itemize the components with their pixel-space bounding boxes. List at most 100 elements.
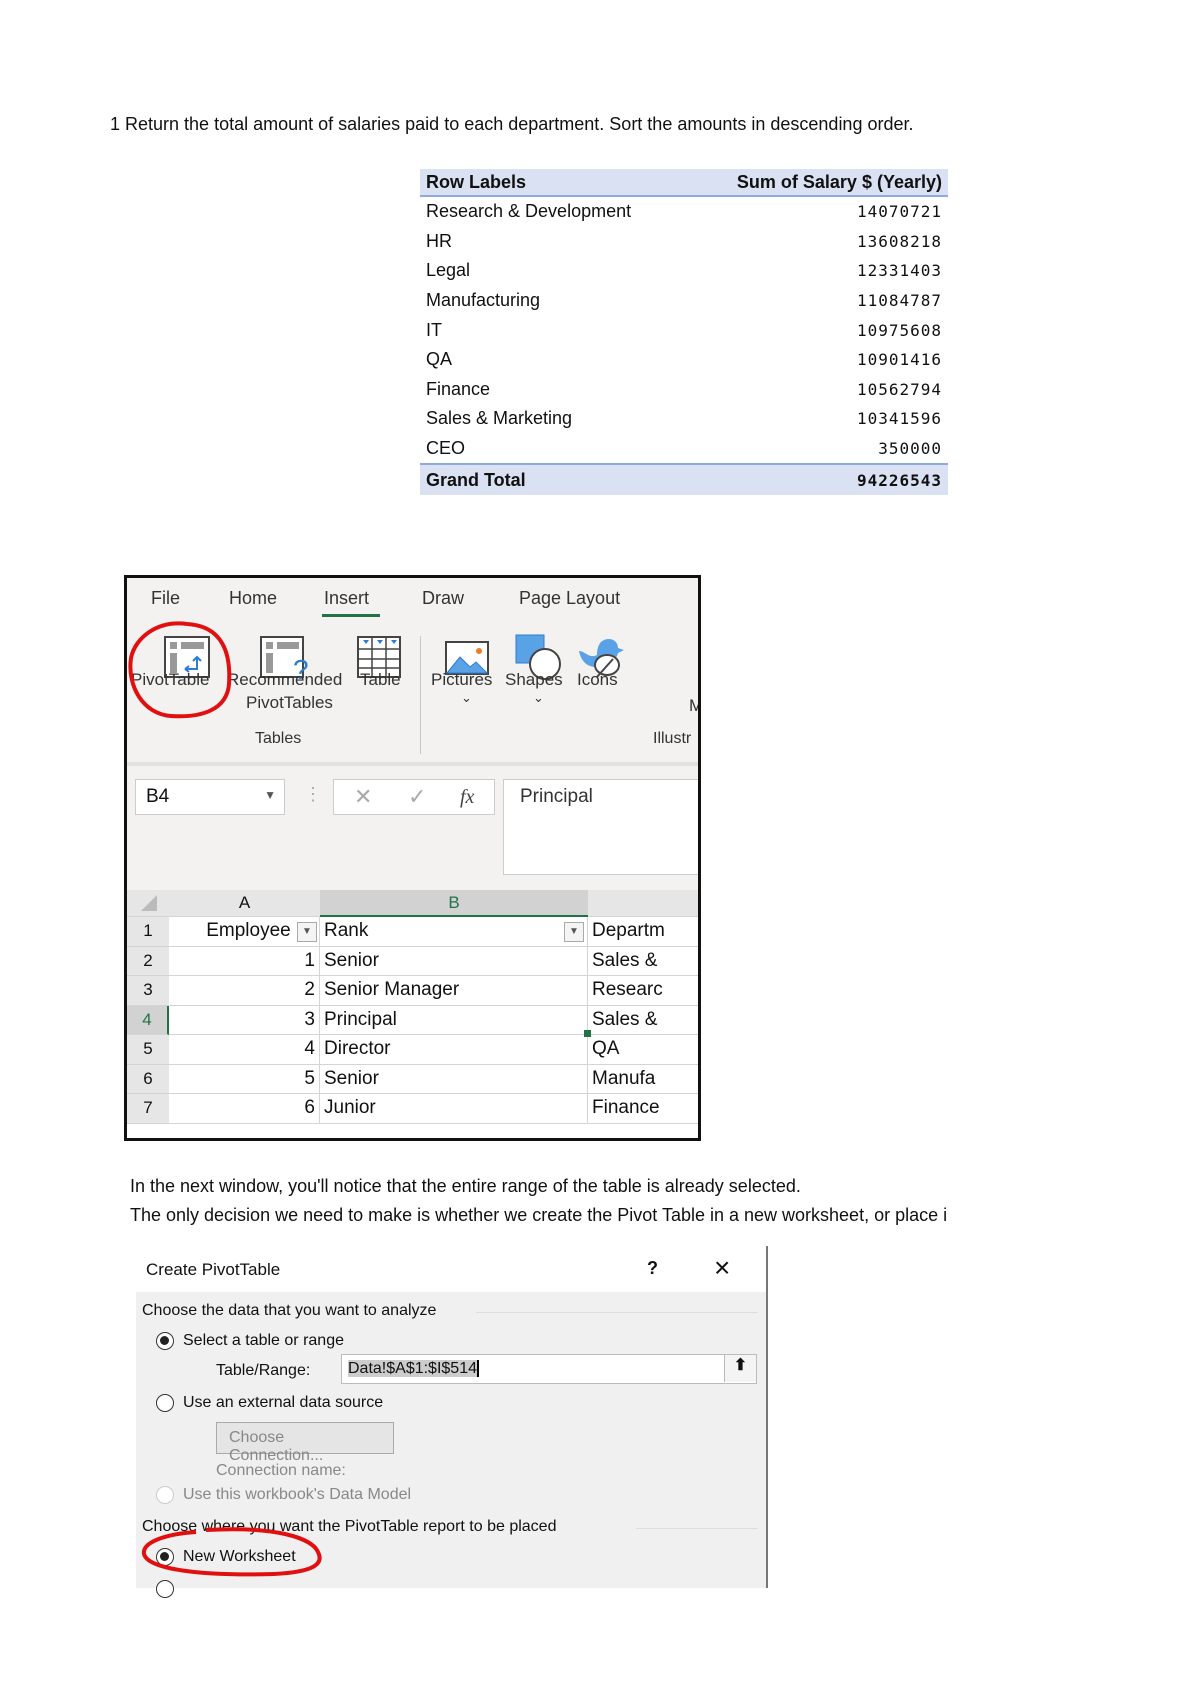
row-header[interactable]: 7	[127, 1094, 169, 1124]
divider	[476, 1312, 758, 1313]
department-label: Legal	[426, 260, 471, 281]
cell-c[interactable]: Researc	[588, 976, 698, 1006]
dialog-edge	[766, 1246, 768, 1588]
chevron-down-icon[interactable]: ⌄	[461, 690, 472, 706]
salary-value: 10901416	[856, 350, 942, 370]
column-header-b[interactable]: B	[320, 890, 588, 917]
table-label[interactable]: Table	[360, 670, 401, 690]
row-header[interactable]: 1	[127, 917, 169, 947]
cancel-icon[interactable]: ✕	[354, 784, 372, 810]
cell-a[interactable]: 4	[169, 1035, 320, 1065]
pictures-label[interactable]: Pictures	[431, 670, 492, 690]
pivot-row: Sales & Marketing 10341596	[420, 404, 948, 434]
sum-header: Sum of Salary $ (Yearly)	[736, 171, 942, 192]
tab-draw[interactable]: Draw	[422, 588, 464, 609]
pivot-row: Finance 10562794	[420, 375, 948, 405]
cell-a[interactable]: 6	[169, 1094, 320, 1124]
paragraph-1: In the next window, you'll notice that t…	[130, 1176, 801, 1196]
department-label: CEO	[426, 438, 466, 459]
range-value: Data!$A$1:$I$514	[348, 1360, 479, 1377]
salary-value: 13608218	[856, 231, 942, 251]
row-header[interactable]: 5	[127, 1035, 169, 1065]
department-label: IT	[426, 319, 442, 340]
grand-total-value: 94226543	[856, 470, 942, 490]
data-model-radio[interactable]	[156, 1486, 174, 1504]
select-all-corner[interactable]	[127, 890, 169, 917]
cell-b[interactable]: Principal	[320, 1005, 588, 1035]
filter-dropdown-icon[interactable]: ▼	[297, 922, 317, 942]
group-tables-label: Tables	[255, 730, 302, 747]
cell-b[interactable]: Junior	[320, 1094, 588, 1124]
row-header[interactable]: 2	[127, 946, 169, 976]
pivot-row: Research & Development 14070721	[420, 197, 948, 227]
range-label: Table/Range:	[216, 1362, 311, 1379]
tab-file[interactable]: File	[151, 588, 180, 609]
row-header[interactable]: 4	[127, 1005, 169, 1035]
icons-label[interactable]: Icons	[577, 670, 618, 690]
cell-c[interactable]: Sales &	[588, 947, 698, 976]
pivot-row: CEO 350000	[420, 434, 948, 464]
grand-total-row: Grand Total 94226543	[420, 463, 948, 496]
cell-b[interactable]: Director	[320, 1035, 588, 1065]
department-label: Research & Development	[426, 201, 632, 222]
row-header[interactable]: 6	[127, 1064, 169, 1094]
range-input[interactable]: Data!$A$1:$I$514 ⬆	[341, 1354, 757, 1384]
grand-total-label: Grand Total	[426, 469, 526, 490]
row-header[interactable]: 3	[127, 976, 169, 1006]
connection-name-label: Connection name:	[216, 1462, 346, 1479]
department-label: Finance	[426, 378, 491, 399]
dialog-title: Create PivotTable	[146, 1260, 281, 1279]
cell-c[interactable]: Departm	[588, 917, 698, 947]
department-label: HR	[426, 230, 452, 251]
cell-b[interactable]: Senior	[320, 1064, 588, 1094]
fill-handle[interactable]	[584, 1030, 591, 1037]
cell-a[interactable]: 3	[169, 1005, 320, 1035]
tab-insert[interactable]: Insert	[324, 588, 369, 609]
column-header-c[interactable]	[588, 890, 698, 917]
cell-a[interactable]: 2	[169, 976, 320, 1006]
cell-b[interactable]: Senior	[320, 946, 588, 976]
pivot-row: QA 10901416	[420, 345, 948, 375]
department-label: QA	[426, 349, 453, 370]
cell-b[interactable]: Rank	[320, 917, 588, 947]
choose-connection-button[interactable]: Choose Connection...	[216, 1422, 394, 1464]
cell-b[interactable]: Senior Manager	[320, 976, 588, 1006]
select-table-radio[interactable]	[156, 1332, 174, 1350]
formula-bar[interactable]: Principal	[503, 779, 698, 875]
external-source-radio[interactable]	[156, 1394, 174, 1412]
excel-screenshot: File Home Insert Draw Page Layout ? Pivo…	[124, 575, 701, 1141]
cell-c[interactable]: QA	[588, 1035, 698, 1065]
paragraph-2: The only decision we need to make is whe…	[130, 1205, 948, 1225]
dialog-body: Choose the data that you want to analyze…	[136, 1292, 766, 1598]
data-model-label[interactable]: Use this workbook's Data Model	[183, 1486, 411, 1504]
pivot-row: HR 13608218	[420, 227, 948, 257]
function-icon[interactable]: fx	[460, 786, 474, 809]
enter-icon[interactable]: ✓	[408, 784, 426, 810]
close-button[interactable]: ×	[714, 1252, 730, 1284]
column-header-a[interactable]: A	[169, 890, 320, 917]
shapes-label[interactable]: Shapes	[505, 670, 563, 690]
more-options-icon: ⋮	[304, 784, 322, 804]
active-tab-underline	[322, 614, 380, 617]
cell-c[interactable]: Manufa	[588, 1065, 698, 1094]
cell-a[interactable]: 1	[169, 946, 320, 976]
chevron-down-icon[interactable]: ⌄	[533, 690, 544, 706]
cell-c[interactable]: Sales &	[588, 1006, 698, 1035]
collapse-dialog-icon[interactable]: ⬆	[724, 1355, 756, 1382]
filter-dropdown-icon[interactable]: ▼	[564, 922, 584, 942]
name-box[interactable]: B4 ▼	[135, 779, 285, 815]
red-circle-annotation	[128, 621, 232, 719]
red-circle-annotation	[141, 1527, 322, 1577]
department-label: Manufacturing	[426, 290, 541, 311]
tab-home[interactable]: Home	[229, 588, 277, 609]
cell-a[interactable]: 5	[169, 1064, 320, 1094]
corner-triangle	[141, 895, 157, 911]
help-button[interactable]: ?	[647, 1258, 658, 1279]
dropdown-arrow-icon[interactable]: ▼	[264, 788, 276, 802]
name-box-value: B4	[146, 786, 170, 807]
recommended-label-2[interactable]: PivotTables	[246, 693, 333, 713]
cell-c[interactable]: Finance	[588, 1094, 698, 1124]
tab-page-layout[interactable]: Page Layout	[519, 588, 620, 609]
external-source-label[interactable]: Use an external data source	[183, 1394, 383, 1412]
select-table-label[interactable]: Select a table or range	[183, 1332, 344, 1350]
